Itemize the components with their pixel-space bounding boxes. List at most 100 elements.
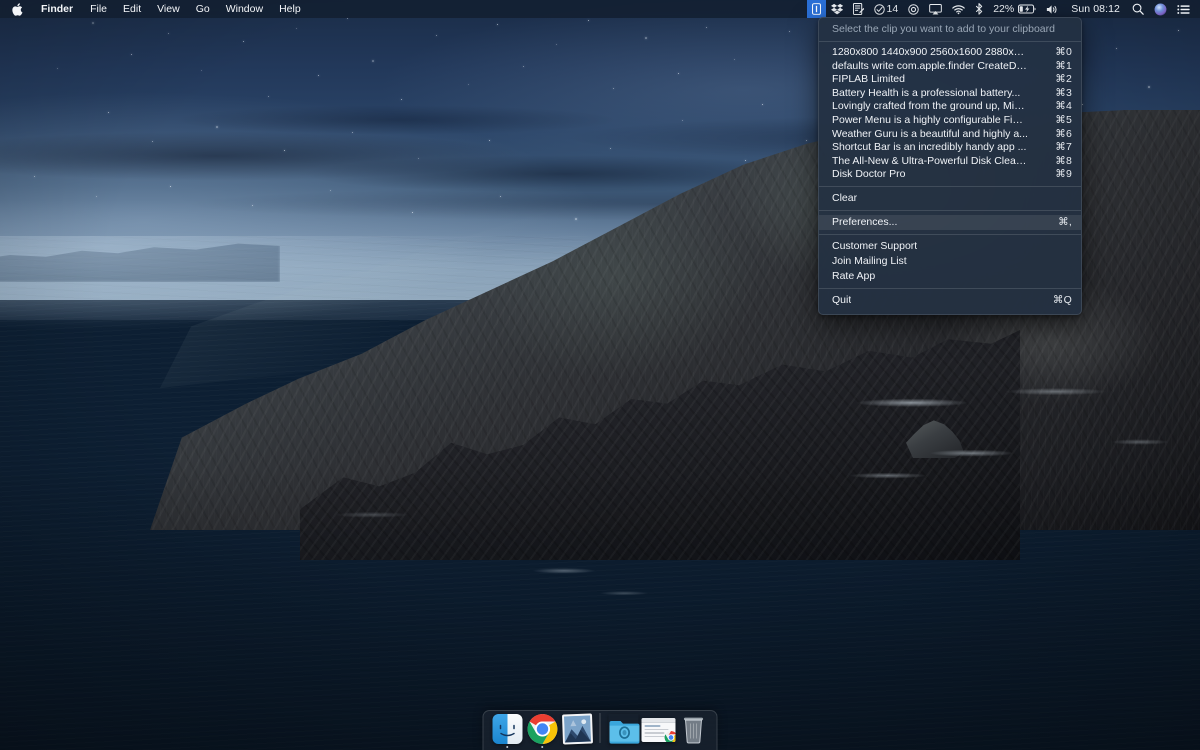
clip-item[interactable]: Power Menu is a highly configurable Find… (819, 114, 1081, 128)
dock-item-trash[interactable] (676, 712, 711, 748)
clip-item-label: Power Menu is a highly configurable Find… (832, 114, 1028, 128)
quit-menu-item[interactable]: Quit ⌘Q (819, 293, 1081, 308)
clip-item-shortcut: ⌘4 (1047, 100, 1072, 114)
join-mailing-list-menu-item[interactable]: Join Mailing List (819, 254, 1081, 269)
siri-button[interactable] (1149, 0, 1172, 18)
clip-item[interactable]: Weather Guru is a beautiful and highly a… (819, 128, 1081, 142)
clip-item-shortcut: ⌘5 (1047, 114, 1072, 128)
menu-bar-clock[interactable]: Sun 08:12 (1064, 0, 1127, 18)
clip-item-label: FIPLAB Limited (832, 73, 905, 87)
menu-window[interactable]: Window (218, 0, 271, 18)
rate-app-menu-item[interactable]: Rate App (819, 269, 1081, 284)
clipboard-manager-menu-item[interactable] (807, 0, 826, 18)
clip-item-label: Shortcut Bar is an incredibly handy app … (832, 141, 1026, 155)
clip-item[interactable]: FIPLAB Limited ⌘2 (819, 73, 1081, 87)
notes-menu-item[interactable] (848, 0, 869, 18)
dock-item-chrome[interactable] (525, 712, 560, 748)
control-center-button[interactable] (1172, 0, 1195, 18)
quit-shortcut: ⌘Q (1045, 293, 1072, 308)
clip-item-shortcut: ⌘3 (1047, 87, 1072, 101)
wallpaper-sea-stack (906, 418, 964, 458)
menu-divider (819, 210, 1081, 211)
menu-finder[interactable]: Finder (32, 0, 82, 18)
clip-item[interactable]: Battery Health is a professional battery… (819, 87, 1081, 101)
clip-item-label: Battery Health is a professional battery… (832, 87, 1020, 101)
preferences-label: Preferences... (832, 215, 897, 230)
clip-item[interactable]: The All-New & Ultra-Powerful Disk Cleane… (819, 155, 1081, 169)
clipboard-manager-dropdown: Select the clip you want to add to your … (818, 17, 1082, 315)
clip-menu-clear-group: Clear (819, 189, 1081, 208)
menu-bar-app-menus: Finder File Edit View Go Window Help (0, 0, 309, 18)
quit-label: Quit (832, 293, 851, 308)
customer-support-label: Customer Support (832, 239, 917, 254)
join-mailing-list-label: Join Mailing List (832, 254, 907, 269)
menu-go[interactable]: Go (188, 0, 218, 18)
airplay-icon (929, 4, 942, 15)
window-preview-app-badge (664, 731, 675, 742)
google-chrome-icon (527, 714, 557, 744)
dock-divider (600, 713, 601, 743)
clip-item[interactable]: Disk Doctor Pro ⌘9 (819, 168, 1081, 182)
menu-divider (819, 186, 1081, 187)
apple-menu-button[interactable] (6, 0, 32, 18)
battery-charging-icon (1018, 4, 1036, 14)
clip-item[interactable]: Lovingly crafted from the ground up, Min… (819, 100, 1081, 114)
clip-item-shortcut: ⌘7 (1047, 141, 1072, 155)
dock-item-window-preview[interactable] (641, 712, 676, 748)
battery-menu-item[interactable]: 22% (988, 0, 1041, 18)
clip-item-label: Lovingly crafted from the ground up, Min… (832, 100, 1028, 114)
dock-item-photos[interactable] (560, 712, 595, 748)
spotlight-search-button[interactable] (1127, 0, 1149, 18)
photos-icon (561, 713, 592, 744)
bluetooth-menu-item[interactable] (970, 0, 988, 18)
timer-count-label: 14 (887, 3, 899, 15)
customer-support-menu-item[interactable]: Customer Support (819, 239, 1081, 254)
wallpaper-shore-texture (300, 330, 1020, 560)
timer-menu-item[interactable]: 14 (869, 0, 904, 18)
notes-icon (853, 3, 864, 15)
menu-divider (819, 288, 1081, 289)
speaker-icon (1046, 4, 1059, 15)
screen-record-menu-item[interactable] (903, 0, 924, 18)
preferences-menu-item[interactable]: Preferences... ⌘, (819, 215, 1081, 230)
clip-item[interactable]: 1280x800 1440x900 2560x1600 2880x1800 ⌘0 (819, 46, 1081, 60)
clip-item-label: The All-New & Ultra-Powerful Disk Cleane… (832, 155, 1028, 169)
clip-list: 1280x800 1440x900 2560x1600 2880x1800 ⌘0… (819, 44, 1081, 184)
running-indicator (541, 746, 544, 749)
dock-item-finder[interactable] (490, 712, 525, 748)
wifi-menu-item[interactable] (947, 0, 970, 18)
clip-item-shortcut: ⌘8 (1047, 155, 1072, 169)
volume-menu-item[interactable] (1041, 0, 1064, 18)
wallpaper-far-headland (0, 222, 280, 282)
apple-logo-icon (12, 3, 23, 16)
finder-icon (492, 714, 522, 744)
menu-edit[interactable]: Edit (115, 0, 149, 18)
siri-icon (1154, 3, 1167, 16)
clip-item[interactable]: defaults write com.apple.finder CreateDe… (819, 60, 1081, 74)
menu-bar: Finder File Edit View Go Window Help (0, 0, 1200, 18)
menu-view[interactable]: View (149, 0, 188, 18)
clip-menu-header: Select the clip you want to add to your … (819, 21, 1081, 39)
clip-item-shortcut: ⌘6 (1047, 128, 1072, 142)
menu-file[interactable]: File (82, 0, 115, 18)
clip-item-shortcut: ⌘2 (1047, 73, 1072, 87)
clear-menu-item[interactable]: Clear (819, 191, 1081, 206)
dropbox-menu-item[interactable] (826, 0, 848, 18)
wallpaper-surf-foam (0, 330, 1200, 610)
clip-item[interactable]: Shortcut Bar is an incredibly handy app … (819, 141, 1081, 155)
dropbox-icon (831, 3, 843, 15)
clip-item-label: defaults write com.apple.finder CreateDe… (832, 60, 1028, 74)
menu-help[interactable]: Help (271, 0, 309, 18)
bluetooth-icon (975, 3, 983, 15)
airplay-menu-item[interactable] (924, 0, 947, 18)
clip-menu-links-group: Customer Support Join Mailing List Rate … (819, 237, 1081, 286)
folder-icon (608, 714, 638, 744)
trash-icon (678, 714, 708, 744)
check-circle-icon (874, 4, 885, 15)
target-icon (908, 4, 919, 15)
window-preview-icon (641, 718, 675, 742)
dock (483, 710, 718, 750)
dock-item-downloads[interactable] (606, 712, 641, 748)
clip-item-shortcut: ⌘9 (1047, 168, 1072, 182)
control-center-icon (1177, 4, 1190, 15)
